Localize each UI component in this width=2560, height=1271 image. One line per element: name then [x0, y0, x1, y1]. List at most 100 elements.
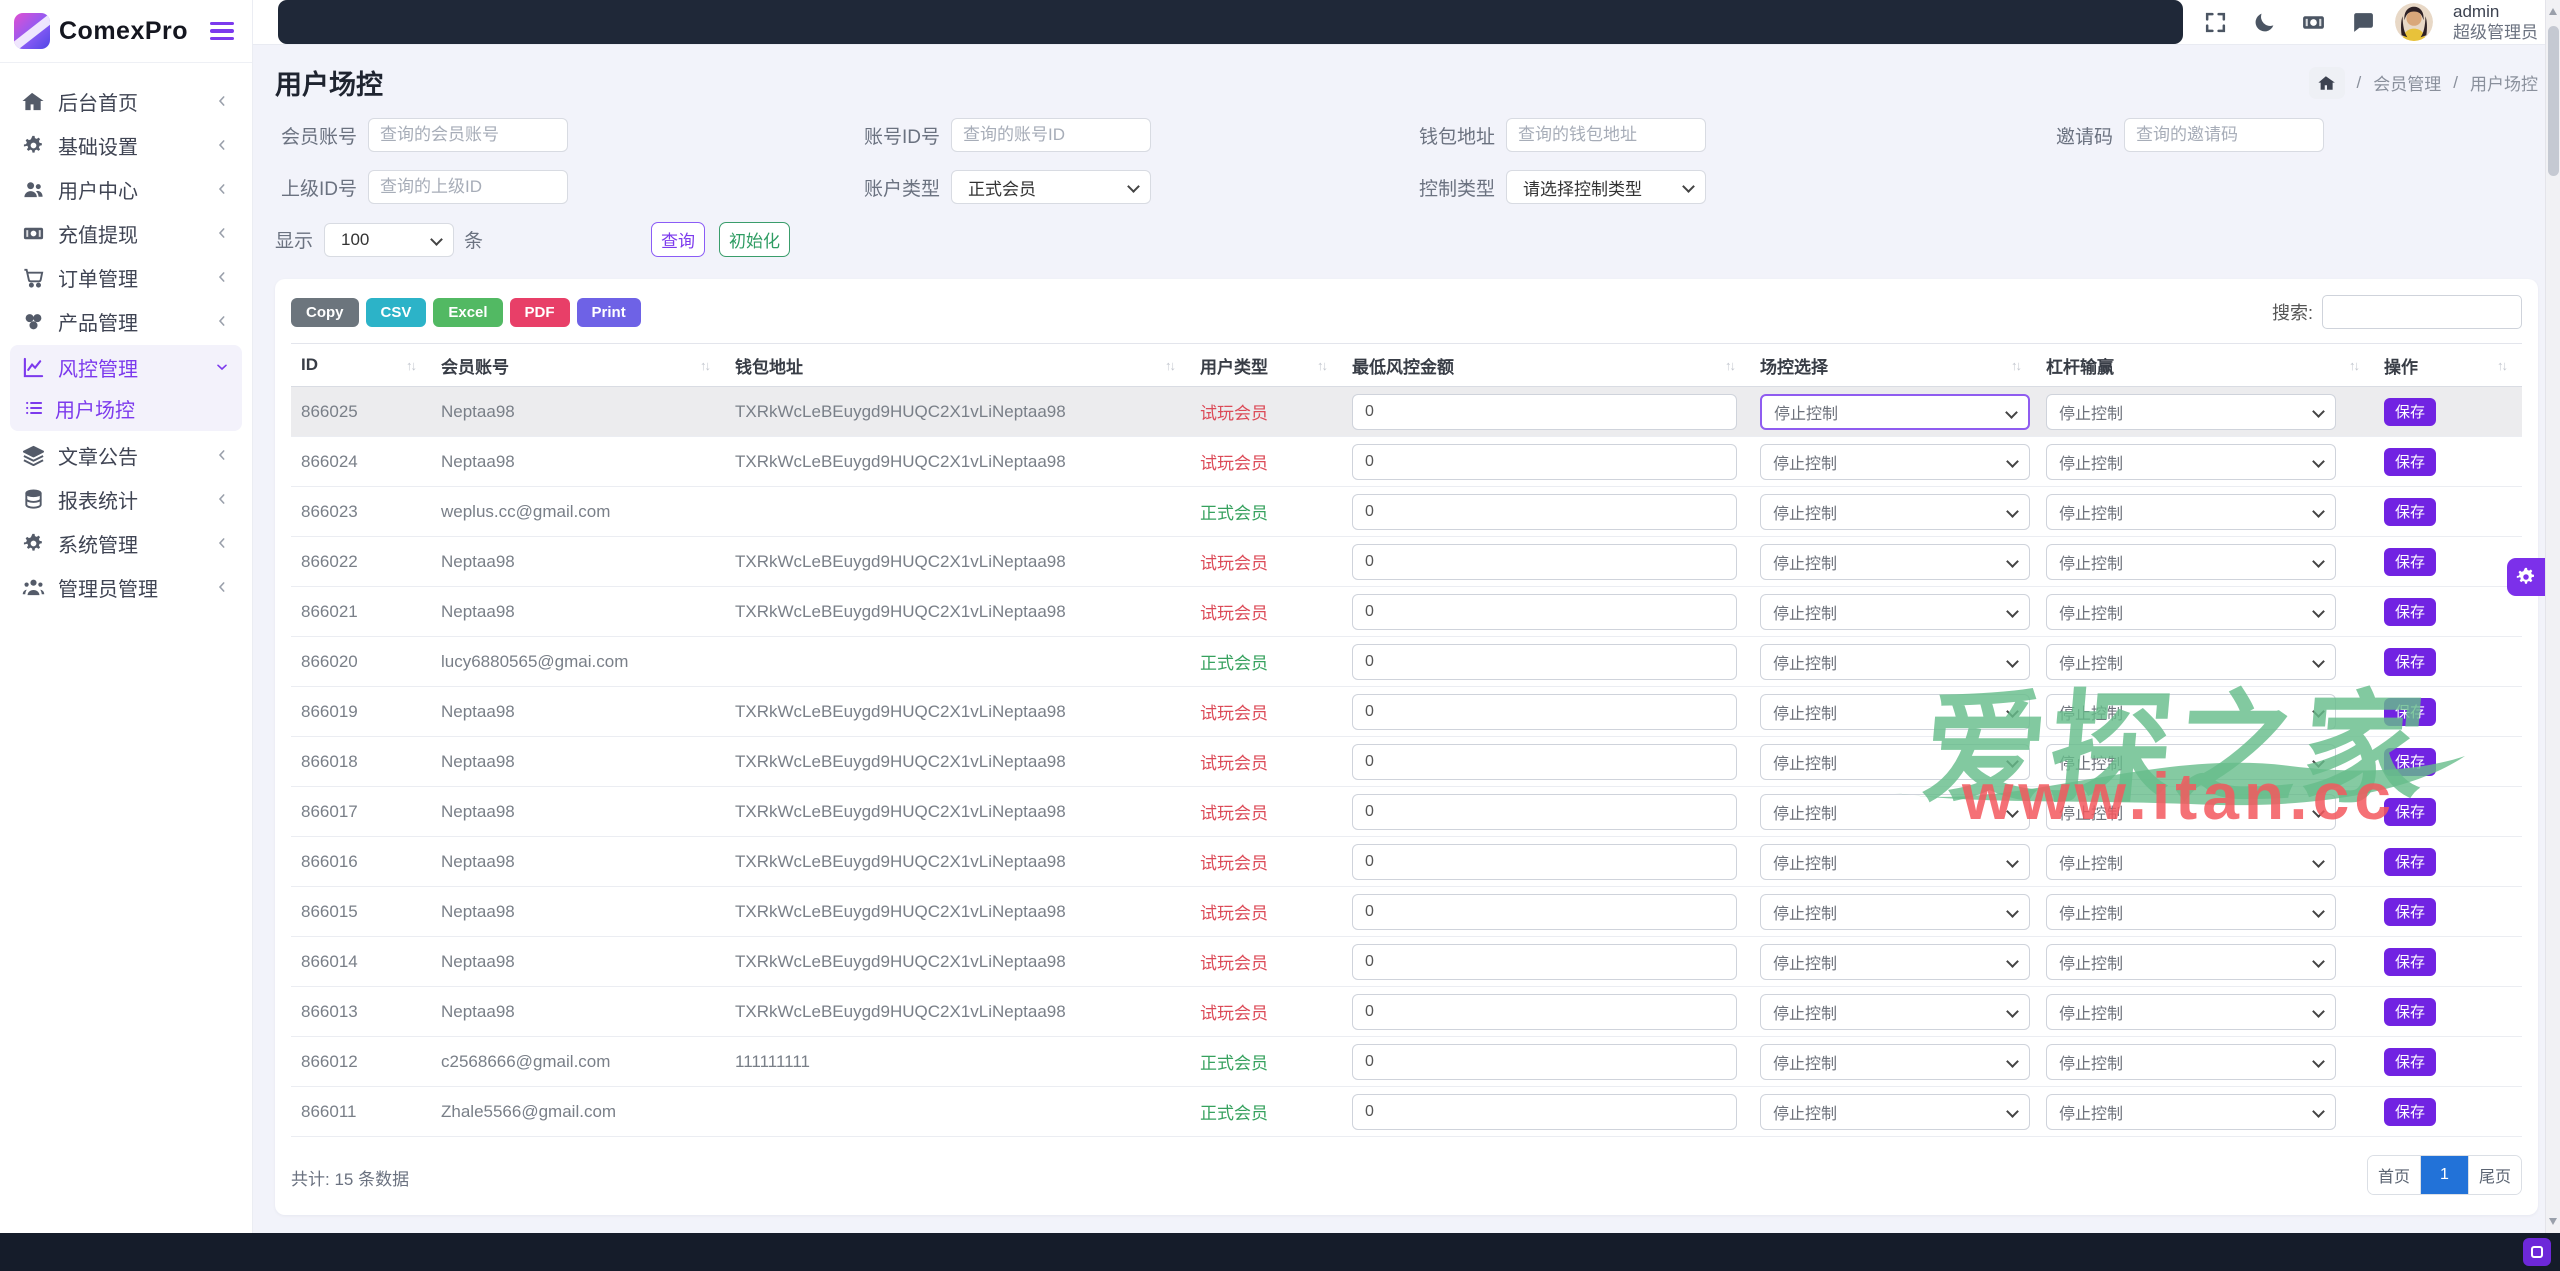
sort-icon[interactable]: ↑↓ [1317, 358, 1326, 373]
leverage-select[interactable]: 停止控制 [2046, 694, 2336, 730]
save-button[interactable]: 保存 [2384, 1048, 2436, 1076]
leverage-select[interactable]: 停止控制 [2046, 944, 2336, 980]
control-select[interactable]: 停止控制 [1760, 1094, 2030, 1130]
sidebar-item-8[interactable]: 报表统计 [10, 477, 242, 521]
sort-icon[interactable]: ↑↓ [2497, 358, 2506, 373]
home-icon[interactable] [2309, 67, 2345, 99]
control-select[interactable]: 停止控制 [1760, 894, 2030, 930]
min-risk-amount-input[interactable] [1352, 694, 1737, 730]
min-risk-amount-input[interactable] [1352, 844, 1737, 880]
search-input[interactable] [2322, 295, 2522, 329]
settings-gear-button[interactable] [2507, 558, 2545, 596]
save-button[interactable]: 保存 [2384, 598, 2436, 626]
min-risk-amount-input[interactable] [1352, 794, 1737, 830]
page-button-2[interactable]: 尾页 [2468, 1156, 2521, 1194]
account-type-select[interactable]: 正式会员 [951, 170, 1151, 204]
sidebar-item-5[interactable]: 产品管理 [10, 299, 242, 343]
sidebar-item-1[interactable]: 基础设置 [10, 123, 242, 167]
wallet-address-input[interactable] [1506, 118, 1706, 152]
sidebar-item-10[interactable]: 管理员管理 [10, 565, 242, 609]
control-select[interactable]: 停止控制 [1760, 994, 2030, 1030]
admin-info[interactable]: admin 超级管理员 [2453, 1, 2538, 44]
chat-icon[interactable] [2350, 10, 2375, 35]
column-header-7[interactable]: 操作↑↓ [2374, 353, 2522, 378]
leverage-select[interactable]: 停止控制 [2046, 544, 2336, 580]
save-button[interactable]: 保存 [2384, 948, 2436, 976]
control-select[interactable]: 停止控制 [1760, 794, 2030, 830]
min-risk-amount-input[interactable] [1352, 644, 1737, 680]
save-button[interactable]: 保存 [2384, 898, 2436, 926]
min-risk-amount-input[interactable] [1352, 1044, 1737, 1080]
leverage-select[interactable]: 停止控制 [2046, 644, 2336, 680]
query-button[interactable]: 查询 [651, 222, 705, 257]
leverage-select[interactable]: 停止控制 [2046, 594, 2336, 630]
leverage-select[interactable]: 停止控制 [2046, 844, 2336, 880]
min-risk-amount-input[interactable] [1352, 744, 1737, 780]
export-pdf-button[interactable]: PDF [510, 298, 570, 327]
min-risk-amount-input[interactable] [1352, 994, 1737, 1030]
save-button[interactable]: 保存 [2384, 698, 2436, 726]
min-risk-amount-input[interactable] [1352, 894, 1737, 930]
column-header-6[interactable]: 杠杆输赢↑↓ [2036, 353, 2374, 378]
column-header-0[interactable]: ID↑↓ [291, 355, 431, 375]
sort-icon[interactable]: ↑↓ [2349, 358, 2358, 373]
breadcrumb-item-member-mgmt[interactable]: 会员管理 [2373, 70, 2441, 95]
sidebar-subitem-0[interactable]: 用户场控 [10, 389, 242, 431]
page-current[interactable]: 1 [2420, 1156, 2468, 1194]
save-button[interactable]: 保存 [2384, 498, 2436, 526]
account-id-input[interactable] [951, 118, 1151, 152]
save-button[interactable]: 保存 [2384, 848, 2436, 876]
save-button[interactable]: 保存 [2384, 448, 2436, 476]
sidebar-item-0[interactable]: 后台首页 [10, 79, 242, 123]
control-select[interactable]: 停止控制 [1760, 1044, 2030, 1080]
min-risk-amount-input[interactable] [1352, 944, 1737, 980]
sidebar-item-9[interactable]: 系统管理 [10, 521, 242, 565]
min-risk-amount-input[interactable] [1352, 1094, 1737, 1130]
sidebar-item-3[interactable]: 充值提现 [10, 211, 242, 255]
column-header-4[interactable]: 最低风控金额↑↓ [1342, 353, 1750, 378]
sort-icon[interactable]: ↑↓ [1725, 358, 1734, 373]
control-select[interactable]: 停止控制 [1760, 844, 2030, 880]
min-risk-amount-input[interactable] [1352, 544, 1737, 580]
hamburger-menu-icon[interactable] [210, 22, 234, 40]
column-header-1[interactable]: 会员账号↑↓ [431, 353, 725, 378]
min-risk-amount-input[interactable] [1352, 444, 1737, 480]
sidebar-item-4[interactable]: 订单管理 [10, 255, 242, 299]
control-select[interactable]: 停止控制 [1760, 744, 2030, 780]
leverage-select[interactable]: 停止控制 [2046, 994, 2336, 1030]
export-copy-button[interactable]: Copy [291, 298, 359, 327]
vertical-scrollbar[interactable] [2545, 0, 2560, 1233]
control-type-select[interactable]: 请选择控制类型 [1506, 170, 1706, 204]
leverage-select[interactable]: 停止控制 [2046, 1094, 2336, 1130]
export-print-button[interactable]: Print [577, 298, 641, 327]
sidebar-item-2[interactable]: 用户中心 [10, 167, 242, 211]
sidebar-item-6[interactable]: 风控管理 [10, 345, 242, 389]
column-header-2[interactable]: 钱包地址↑↓ [725, 353, 1190, 378]
scrollbar-down-arrow[interactable] [2549, 1218, 2557, 1225]
export-csv-button[interactable]: CSV [366, 298, 427, 327]
sort-icon[interactable]: ↑↓ [2011, 358, 2020, 373]
column-header-5[interactable]: 场控选择↑↓ [1750, 353, 2036, 378]
leverage-select[interactable]: 停止控制 [2046, 744, 2336, 780]
save-button[interactable]: 保存 [2384, 998, 2436, 1026]
member-account-input[interactable] [368, 118, 568, 152]
leverage-select[interactable]: 停止控制 [2046, 1044, 2336, 1080]
cash-icon[interactable] [2301, 10, 2326, 35]
save-button[interactable]: 保存 [2384, 648, 2436, 676]
save-button[interactable]: 保存 [2384, 548, 2436, 576]
brand-logo[interactable]: ComexPro [14, 13, 188, 49]
sort-icon[interactable]: ↑↓ [700, 358, 709, 373]
column-header-3[interactable]: 用户类型↑↓ [1190, 353, 1342, 378]
control-select[interactable]: 停止控制 [1760, 444, 2030, 480]
reset-button[interactable]: 初始化 [719, 222, 790, 257]
bottom-corner-button[interactable] [2523, 1238, 2551, 1266]
fullscreen-icon[interactable] [2203, 10, 2228, 35]
sidebar-item-7[interactable]: 文章公告 [10, 433, 242, 477]
leverage-select[interactable]: 停止控制 [2046, 494, 2336, 530]
sort-icon[interactable]: ↑↓ [406, 358, 415, 373]
min-risk-amount-input[interactable] [1352, 494, 1737, 530]
save-button[interactable]: 保存 [2384, 1098, 2436, 1126]
dark-mode-moon-icon[interactable] [2252, 10, 2277, 35]
control-select[interactable]: 停止控制 [1760, 594, 2030, 630]
scrollbar-thumb[interactable] [2548, 26, 2559, 176]
